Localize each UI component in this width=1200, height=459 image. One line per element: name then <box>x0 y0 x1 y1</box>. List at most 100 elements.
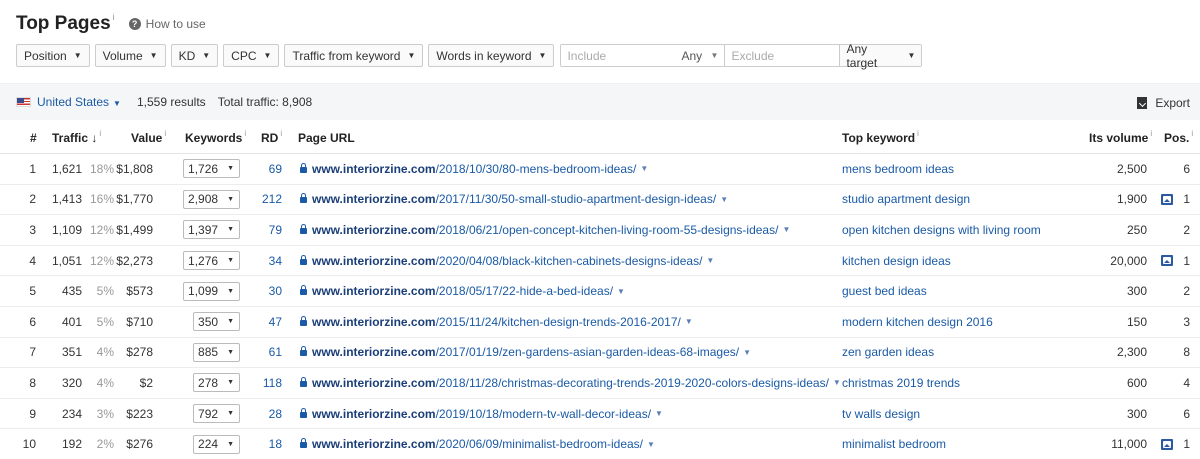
page-url-link[interactable]: www.interiorzine.com/2018/05/17/22-hide-… <box>312 284 613 298</box>
row-rd-link[interactable]: 47 <box>246 307 282 337</box>
row-page-url[interactable]: www.interiorzine.com/2020/04/08/black-ki… <box>300 246 714 276</box>
caret-down-icon[interactable]: ▼ <box>685 317 693 326</box>
row-page-url[interactable]: www.interiorzine.com/2019/10/18/modern-t… <box>300 399 663 429</box>
col-value[interactable]: Value i <box>131 122 166 153</box>
keywords-dropdown[interactable]: 1,726 ▼ <box>183 159 240 179</box>
country-selector[interactable]: United States ▼ <box>37 95 121 109</box>
row-page-url[interactable]: www.interiorzine.com/2015/11/24/kitchen-… <box>300 307 693 337</box>
keywords-count: 1,276 <box>188 253 219 268</box>
row-page-url[interactable]: www.interiorzine.com/2018/11/28/christma… <box>300 368 841 398</box>
page-url-link[interactable]: www.interiorzine.com/2020/04/08/black-ki… <box>312 254 702 268</box>
any-target-select[interactable]: Any target ▼ <box>840 42 922 70</box>
keywords-dropdown[interactable]: 278 ▼ <box>193 373 240 393</box>
row-rd-link[interactable]: 69 <box>246 154 282 184</box>
row-page-url[interactable]: www.interiorzine.com/2017/11/30/50-small… <box>300 185 728 215</box>
traffic-from-keyword-filter[interactable]: Traffic from keyword ▼ <box>284 44 424 67</box>
keywords-dropdown[interactable]: 2,908 ▼ <box>183 189 240 209</box>
cpc-filter[interactable]: CPC ▼ <box>223 44 280 67</box>
row-rd-link[interactable]: 79 <box>246 215 282 245</box>
lock-icon <box>300 254 307 265</box>
caret-down-icon: ▼ <box>227 195 234 203</box>
row-traffic-percent: 12% <box>89 253 114 268</box>
row-top-keyword-link[interactable]: mens bedroom ideas <box>842 154 954 184</box>
page-url-link[interactable]: www.interiorzine.com/2015/11/24/kitchen-… <box>312 315 681 329</box>
row-rd-link[interactable]: 118 <box>246 368 282 398</box>
page-url-link[interactable]: www.interiorzine.com/2018/10/30/80-mens-… <box>312 162 636 176</box>
col-traffic[interactable]: Traffic ↓ i <box>52 122 101 153</box>
export-button[interactable]: Export <box>1137 84 1190 121</box>
row-rd-link[interactable]: 30 <box>246 276 282 306</box>
serp-feature-image-icon[interactable] <box>1161 255 1174 267</box>
col-pos[interactable]: Pos. i <box>1164 122 1193 153</box>
title-info-icon[interactable]: i <box>113 12 115 22</box>
caret-down-icon[interactable]: ▼ <box>655 409 663 418</box>
page-url-link[interactable]: www.interiorzine.com/2018/11/28/christma… <box>312 376 829 390</box>
row-top-keyword-link[interactable]: kitchen design ideas <box>842 246 951 276</box>
export-label: Export <box>1155 95 1190 110</box>
row-top-keyword-link[interactable]: open kitchen designs with living room <box>842 215 1041 245</box>
kd-filter[interactable]: KD ▼ <box>170 44 219 67</box>
serp-feature-image-icon[interactable] <box>1161 193 1174 205</box>
row-page-url[interactable]: www.interiorzine.com/2018/06/21/open-con… <box>300 215 790 245</box>
page-url-link[interactable]: www.interiorzine.com/2017/01/19/zen-gard… <box>312 345 739 359</box>
row-page-url[interactable]: www.interiorzine.com/2018/10/30/80-mens-… <box>300 154 648 184</box>
row-top-keyword-link[interactable]: studio apartment design <box>842 185 970 215</box>
caret-down-icon[interactable]: ▼ <box>833 378 841 387</box>
page-url-link[interactable]: www.interiorzine.com/2020/06/09/minimali… <box>312 437 643 451</box>
caret-down-icon[interactable]: ▼ <box>647 440 655 449</box>
row-rd-link[interactable]: 212 <box>246 185 282 215</box>
keywords-count: 792 <box>198 406 219 421</box>
words-in-keyword-filter[interactable]: Words in keyword ▼ <box>428 44 555 67</box>
row-top-keyword-link[interactable]: modern kitchen design 2016 <box>842 307 993 337</box>
keywords-dropdown[interactable]: 792 ▼ <box>193 404 240 424</box>
keywords-dropdown[interactable]: 224 ▼ <box>193 434 240 454</box>
keywords-dropdown[interactable]: 350 ▼ <box>193 312 240 332</box>
caret-down-icon[interactable]: ▼ <box>640 164 648 173</box>
caret-down-icon[interactable]: ▼ <box>720 195 728 204</box>
url-domain: www.interiorzine.com <box>312 437 436 452</box>
row-rd-link[interactable]: 28 <box>246 399 282 429</box>
keywords-count: 885 <box>198 345 219 360</box>
caret-down-icon: ▼ <box>227 410 234 418</box>
caret-down-icon[interactable]: ▼ <box>743 348 751 357</box>
row-page-url[interactable]: www.interiorzine.com/2020/06/09/minimali… <box>300 429 655 459</box>
lock-icon <box>300 315 307 326</box>
caret-down-icon[interactable]: ▼ <box>617 287 625 296</box>
volume-filter[interactable]: Volume ▼ <box>94 44 166 67</box>
keywords-dropdown[interactable]: 885 ▼ <box>193 342 240 362</box>
row-top-keyword-link[interactable]: zen garden ideas <box>842 338 934 368</box>
col-keywords[interactable]: Keywords i <box>185 122 246 153</box>
row-traffic: 320 <box>61 375 82 390</box>
page-url-link[interactable]: www.interiorzine.com/2019/10/18/modern-t… <box>312 407 651 421</box>
col-rd[interactable]: RD i <box>261 122 282 153</box>
how-to-use-link[interactable]: ? How to use <box>128 17 206 31</box>
any-target-label: Any target <box>846 41 878 70</box>
row-rd-link[interactable]: 61 <box>246 338 282 368</box>
keywords-count: 278 <box>198 375 219 390</box>
include-input[interactable]: Include <box>561 45 676 66</box>
serp-feature-image-icon[interactable] <box>1161 438 1174 450</box>
page-url-link[interactable]: www.interiorzine.com/2017/11/30/50-small… <box>312 192 716 206</box>
row-position: 6 <box>1183 161 1190 176</box>
keywords-dropdown[interactable]: 1,276 ▼ <box>183 251 240 271</box>
row-page-url[interactable]: www.interiorzine.com/2017/01/19/zen-gard… <box>300 338 751 368</box>
keywords-dropdown[interactable]: 1,099 ▼ <box>183 281 240 301</box>
page-url-link[interactable]: www.interiorzine.com/2018/06/21/open-con… <box>312 223 778 237</box>
caret-down-icon[interactable]: ▼ <box>706 256 714 265</box>
col-top-keyword[interactable]: Top keyword i <box>842 122 919 153</box>
col-its-volume[interactable]: Its volume i <box>1089 122 1152 153</box>
row-top-keyword-link[interactable]: tv walls design <box>842 399 920 429</box>
row-volume: 600 <box>1126 375 1147 390</box>
col-page-url-label: Page URL <box>298 130 355 145</box>
caret-down-icon[interactable]: ▼ <box>782 225 790 234</box>
include-match-select[interactable]: Any ▼ <box>675 45 724 66</box>
row-rd-link[interactable]: 34 <box>246 246 282 276</box>
row-top-keyword-link[interactable]: guest bed ideas <box>842 276 927 306</box>
exclude-input[interactable]: Exclude <box>725 45 840 66</box>
row-top-keyword-link[interactable]: minimalist bedroom <box>842 429 946 459</box>
row-page-url[interactable]: www.interiorzine.com/2018/05/17/22-hide-… <box>300 276 625 306</box>
position-filter[interactable]: Position ▼ <box>16 44 90 67</box>
keywords-dropdown[interactable]: 1,397 ▼ <box>183 220 240 240</box>
row-top-keyword-link[interactable]: christmas 2019 trends <box>842 368 960 398</box>
row-rd-link[interactable]: 18 <box>246 429 282 459</box>
